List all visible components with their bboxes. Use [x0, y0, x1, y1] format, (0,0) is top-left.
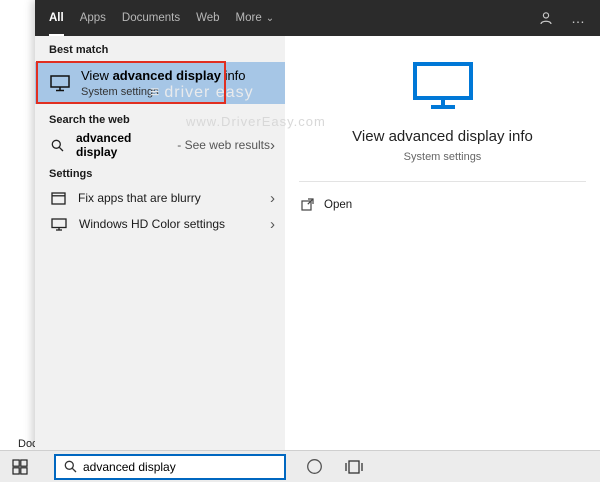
display-icon — [51, 217, 67, 231]
search-icon — [64, 460, 77, 473]
search-icon — [51, 139, 64, 152]
tab-documents[interactable]: Documents — [122, 0, 180, 36]
section-header-settings: Settings — [49, 168, 93, 180]
best-match-result[interactable]: View advanced display info System settin… — [35, 62, 285, 104]
divider — [299, 181, 586, 182]
taskbar-search-input[interactable] — [83, 459, 233, 474]
web-result-suffix: - See web results — [173, 138, 270, 152]
windows-start-search-screen: Docu All Apps Documents Web More ⌄ … Best… — [0, 0, 600, 482]
settings-item-label: Fix apps that are blurry — [78, 191, 201, 205]
more-options-icon[interactable]: … — [571, 0, 586, 36]
chevron-right-icon[interactable]: › — [270, 138, 275, 153]
tab-all[interactable]: All — [49, 0, 64, 36]
chevron-right-icon[interactable]: › — [270, 191, 275, 206]
best-match-subtitle: System settings — [81, 86, 159, 98]
preview-title: View advanced display info — [352, 128, 533, 145]
search-results-body: Best match View advanced display info Sy… — [35, 36, 600, 450]
open-action[interactable]: Open — [301, 198, 600, 211]
taskbar-search-box[interactable] — [54, 453, 286, 480]
preview-subtitle: System settings — [403, 151, 482, 163]
tab-apps[interactable]: Apps — [80, 0, 106, 36]
windows-logo-icon — [12, 458, 28, 475]
web-search-result[interactable]: advanced display - See web results › — [35, 131, 285, 159]
chevron-down-icon: ⌄ — [265, 13, 275, 24]
tab-more[interactable]: More ⌄ — [236, 0, 275, 36]
settings-result-fix-blurry[interactable]: Fix apps that are blurry › — [35, 185, 285, 211]
best-match-title: View advanced display info — [81, 68, 246, 83]
taskbar — [0, 450, 600, 482]
result-preview-panel: View advanced display info System settin… — [285, 36, 600, 450]
tab-more-label: More — [235, 12, 262, 24]
settings-item-label: Windows HD Color settings — [79, 217, 226, 231]
chevron-right-icon[interactable]: › — [270, 217, 275, 232]
settings-result-hd-color[interactable]: Windows HD Color settings › — [35, 211, 285, 237]
start-search-flyout: All Apps Documents Web More ⌄ … Best matc… — [35, 0, 600, 450]
web-result-query: advanced display — [76, 131, 132, 159]
app-window-icon — [51, 191, 66, 205]
tab-web[interactable]: Web — [196, 0, 219, 36]
section-header-best-match: Best match — [49, 44, 109, 56]
cortana-icon[interactable] — [302, 451, 326, 482]
task-view-icon[interactable] — [342, 451, 366, 482]
open-label: Open — [324, 198, 353, 211]
search-filter-bar: All Apps Documents Web More ⌄ … — [35, 0, 600, 36]
topbar-actions: … — [539, 0, 586, 36]
monitor-icon-large — [411, 60, 475, 112]
open-icon — [301, 198, 314, 211]
section-header-search-web: Search the web — [49, 114, 130, 126]
start-button[interactable] — [0, 451, 40, 482]
monitor-icon — [50, 74, 70, 92]
feedback-icon[interactable] — [539, 11, 553, 25]
best-match-text: View advanced display info System settin… — [81, 68, 246, 98]
results-list-panel: Best match View advanced display info Sy… — [35, 36, 285, 450]
